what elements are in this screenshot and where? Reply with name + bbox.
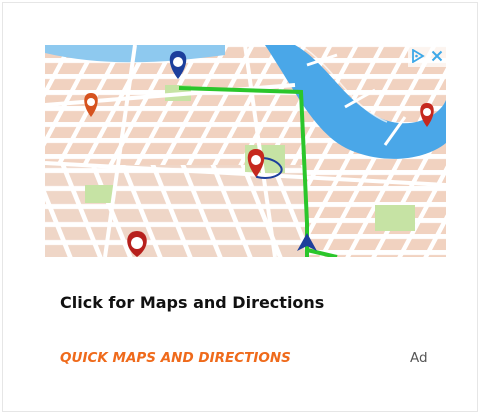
ad-map-image[interactable] (45, 45, 446, 257)
adchoices-triangle-icon[interactable] (411, 49, 425, 63)
adchoices-badge[interactable] (408, 45, 446, 67)
ad-advertiser-link[interactable]: QUICK MAPS AND DIRECTIONS (60, 350, 291, 366)
ad-headline-link[interactable]: Click for Maps and Directions (60, 293, 324, 312)
close-x-icon[interactable] (431, 50, 443, 62)
ad-label: Ad (410, 350, 428, 366)
city-map-illustration (45, 45, 446, 257)
ad-card[interactable]: Click for Maps and Directions QUICK MAPS… (2, 2, 478, 412)
